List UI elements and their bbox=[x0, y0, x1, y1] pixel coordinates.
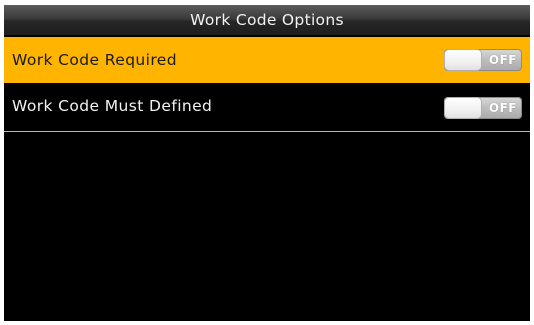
work-code-required-toggle[interactable]: OFF bbox=[444, 49, 522, 71]
toggle-knob[interactable] bbox=[445, 98, 481, 118]
toggle-state-label: OFF bbox=[488, 53, 517, 67]
option-label: Work Code Required bbox=[12, 51, 177, 69]
option-label: Work Code Must Defined bbox=[12, 97, 213, 115]
page-title: Work Code Options bbox=[4, 5, 530, 35]
work-code-must-defined-toggle[interactable]: OFF bbox=[444, 97, 522, 119]
option-work-code-required[interactable]: Work Code Required OFF bbox=[4, 37, 530, 83]
device-screen: Work Code Options Work Code Required OFF… bbox=[4, 5, 530, 321]
option-work-code-must-defined[interactable]: Work Code Must Defined OFF bbox=[4, 83, 530, 132]
toggle-knob[interactable] bbox=[445, 50, 481, 70]
toggle-state-label: OFF bbox=[488, 101, 517, 115]
